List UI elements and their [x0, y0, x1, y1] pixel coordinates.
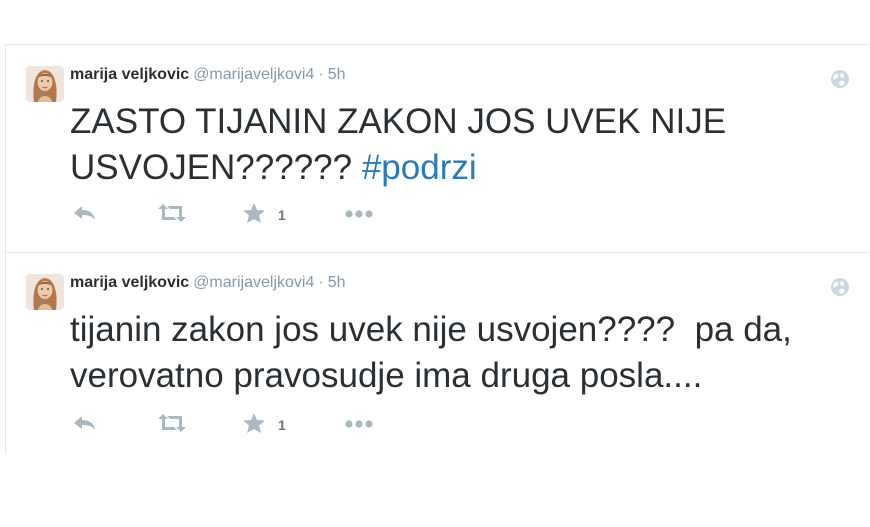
- tweet-text: ZASTO TIJANIN ZAKON JOS UVEK NIJE USVOJE…: [70, 99, 850, 191]
- tweet-text: tijanin zakon jos uvek nije usvojen???? …: [70, 307, 850, 399]
- timestamp[interactable]: 5h: [328, 274, 346, 291]
- reply-icon: [72, 413, 98, 438]
- avatar[interactable]: [26, 66, 64, 102]
- retweet-icon: [156, 203, 188, 228]
- more-icon: [344, 416, 374, 434]
- star-icon: [242, 202, 266, 229]
- tweet-header: marija veljkovic @marijaveljkovi4 · 5h: [70, 273, 345, 293]
- favorite-button[interactable]: 1: [242, 202, 286, 229]
- fullname[interactable]: marija veljkovic: [70, 274, 189, 291]
- tweet-text-body: tijanin zakon jos uvek nije usvojen???? …: [70, 310, 802, 395]
- more-button[interactable]: [344, 413, 374, 437]
- retweet-button[interactable]: [156, 413, 188, 437]
- favorite-count: 1: [278, 207, 286, 223]
- tweet-timeline: marija veljkovic @marijaveljkovi4 · 5h ZAST…: [5, 44, 868, 454]
- tweet[interactable]: marija veljkovic @marijaveljkovi4 · 5h ZAST…: [6, 45, 868, 253]
- tweet-actions: 1: [72, 202, 392, 229]
- tweet[interactable]: marija veljkovic @marijaveljkovi4 · 5h tija…: [6, 253, 868, 455]
- username[interactable]: @marijaveljkovi4: [193, 66, 314, 83]
- star-icon: [242, 412, 266, 439]
- tweet-actions: 1: [72, 412, 392, 439]
- globe-icon: [830, 277, 850, 297]
- favorite-count: 1: [278, 417, 286, 433]
- more-button[interactable]: [344, 203, 374, 227]
- reply-button[interactable]: [72, 413, 98, 437]
- retweet-icon: [156, 413, 188, 438]
- fullname[interactable]: marija veljkovic: [70, 66, 189, 83]
- timestamp[interactable]: 5h: [328, 66, 346, 83]
- more-icon: [344, 206, 374, 224]
- favorite-button[interactable]: 1: [242, 412, 286, 439]
- retweet-button[interactable]: [156, 203, 188, 227]
- reply-icon: [72, 203, 98, 228]
- separator: ·: [318, 66, 324, 83]
- separator: ·: [318, 274, 324, 291]
- globe-icon: [830, 69, 850, 89]
- avatar[interactable]: [26, 274, 64, 310]
- hashtag-link[interactable]: #podrzi: [362, 148, 477, 187]
- tweet-header: marija veljkovic @marijaveljkovi4 · 5h: [70, 65, 345, 85]
- reply-button[interactable]: [72, 203, 98, 227]
- username[interactable]: @marijaveljkovi4: [193, 274, 314, 291]
